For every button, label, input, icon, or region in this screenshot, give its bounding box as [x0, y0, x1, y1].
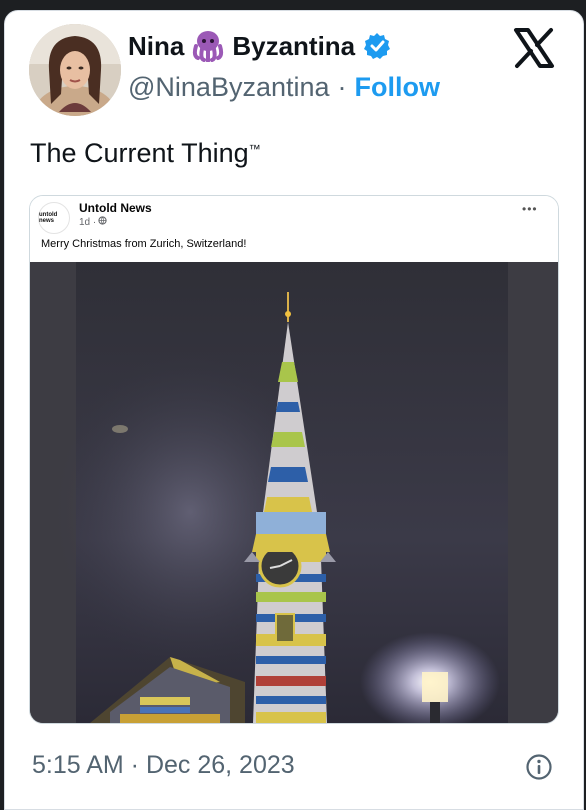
fb-page-name: Untold News: [79, 201, 152, 215]
follow-button[interactable]: Follow: [355, 72, 440, 103]
fb-post-text: Merry Christmas from Zurich, Switzerland…: [41, 238, 247, 250]
untold-news-logo: untold news: [38, 202, 70, 234]
verified-badge-icon: [363, 32, 391, 60]
handle-row: @NinaByzantina · Follow: [128, 72, 440, 103]
more-options-icon: •••: [522, 202, 538, 216]
logo-text: untold news: [39, 212, 58, 224]
fb-post-meta: 1d ·: [79, 216, 107, 228]
globe-icon: [98, 216, 107, 228]
tweet-text: The Current Thing™: [30, 138, 261, 169]
author-name-row[interactable]: Nina Byzantina: [128, 30, 391, 63]
tweet-timestamp[interactable]: 5:15 AM · Dec 26, 2023: [32, 751, 295, 780]
trademark-symbol: ™: [248, 142, 261, 156]
author-handle[interactable]: @NinaByzantina: [128, 72, 330, 103]
separator-dot: ·: [337, 72, 347, 102]
author-last-name[interactable]: Byzantina: [232, 31, 355, 62]
top-bar: [0, 0, 586, 10]
avatar[interactable]: [29, 24, 121, 116]
author-first-name[interactable]: Nina: [128, 31, 184, 62]
octopus-emoji-icon: [190, 30, 226, 63]
church-tower-photo: [30, 262, 558, 723]
x-logo-icon[interactable]: [512, 26, 556, 70]
tweet-text-body: The Current Thing: [30, 138, 249, 168]
fb-post-age: 1d ·: [79, 216, 97, 228]
info-icon[interactable]: [524, 752, 554, 782]
embedded-post-image[interactable]: untold news Untold News 1d · ••• Merry C…: [29, 195, 559, 724]
fb-post-header: untold news Untold News 1d · ••• Merry C…: [30, 196, 558, 262]
